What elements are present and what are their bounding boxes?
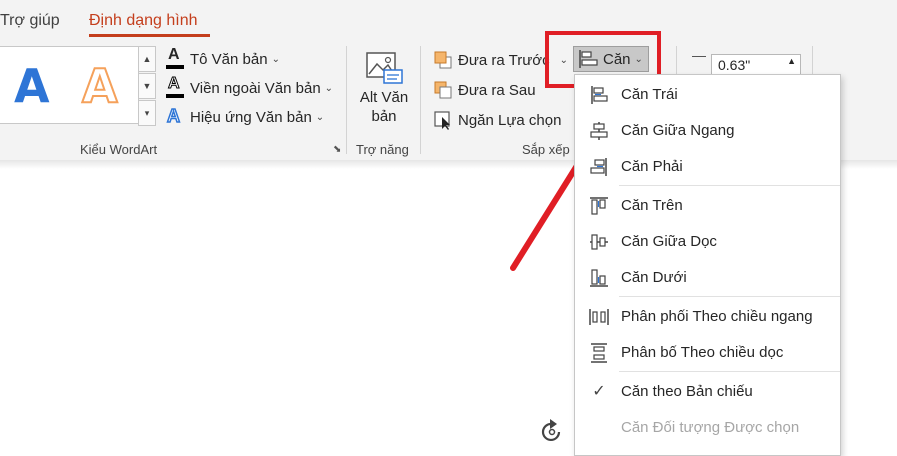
shape-height-icon <box>692 56 706 76</box>
wordart-gallery[interactable]: A A <box>0 46 139 124</box>
menu-separator <box>619 185 840 186</box>
alt-text-label-1: Alt Văn <box>359 89 409 106</box>
group-label-accessibility: Trợ năng <box>356 142 409 157</box>
dialog-launcher-icon[interactable]: ⬊ <box>333 144 341 155</box>
text-outline-icon: A <box>166 75 184 99</box>
menu-item-align-top[interactable]: Căn Trên <box>575 188 840 222</box>
group-label-arrange: Sắp xếp <box>522 142 570 157</box>
align-center-icon <box>590 122 608 140</box>
menu-item-align-to-slide[interactable]: ✓ Căn theo Bản chiếu <box>575 374 840 408</box>
text-fill-icon: A <box>166 46 184 70</box>
group-separator <box>420 46 421 154</box>
shape-height-input[interactable]: 0.63" ▲ <box>711 54 801 76</box>
align-right-icon <box>590 158 607 176</box>
rotate-handle-icon[interactable] <box>538 418 566 446</box>
checkmark-icon: ✓ <box>592 383 606 400</box>
align-middle-icon <box>590 234 608 250</box>
menu-item-align-left[interactable]: Căn Trái <box>575 77 840 111</box>
menu-separator <box>619 371 840 372</box>
chevron-down-icon: ⌄ <box>315 111 325 123</box>
selection-pane-button[interactable]: Ngăn Lựa chọn <box>433 110 561 130</box>
wordart-gallery-scroll: ▲ ▼ ▾ <box>138 46 156 126</box>
send-backward-button[interactable]: Đưa ra Sau <box>433 80 536 100</box>
group-separator <box>346 46 347 154</box>
align-bottom-icon <box>590 269 608 287</box>
gallery-more-icon[interactable]: ▾ <box>138 100 156 126</box>
alt-text-icon <box>366 52 403 84</box>
text-effects-button[interactable]: A Hiệu ứng Văn bản ⌄ <box>166 105 325 128</box>
selection-pane-icon <box>434 111 450 130</box>
distribute-vertical-icon <box>591 343 607 363</box>
menu-item-distribute-horizontal[interactable]: Phân phối Theo chiều ngang <box>575 299 840 333</box>
ribbon-tab-bar: Trợ giúp Định dạng hình <box>0 0 897 40</box>
align-top-icon <box>590 197 608 215</box>
distribute-horizontal-icon <box>589 309 609 325</box>
send-backward-icon <box>434 81 452 99</box>
alt-text-label-2: bản <box>371 108 397 125</box>
tab-help[interactable]: Trợ giúp <box>0 12 60 30</box>
text-outline-button[interactable]: A Viền ngoài Văn bản ⌄ <box>166 75 334 99</box>
menu-item-align-bottom[interactable]: Căn Dưới <box>575 260 840 294</box>
gallery-down-icon[interactable]: ▼ <box>138 73 156 99</box>
gallery-up-icon[interactable]: ▲ <box>138 46 156 72</box>
bring-forward-icon <box>434 51 452 69</box>
align-dropdown-menu: Căn Trái Căn Giữa Ngang Căn Phải Căn Trê… <box>574 74 841 456</box>
wordart-style-orange-outline[interactable]: A <box>81 58 119 114</box>
tab-shape-format[interactable]: Định dạng hình <box>89 12 198 30</box>
alt-text-button[interactable]: Alt Văn bản <box>352 50 416 130</box>
active-tab-indicator <box>89 34 210 37</box>
menu-item-align-selected-objects[interactable]: Căn Đối tượng Được chọn <box>575 410 840 444</box>
spin-up-icon[interactable]: ▲ <box>787 56 796 66</box>
menu-item-distribute-vertical[interactable]: Phân bố Theo chiều dọc <box>575 335 840 369</box>
group-label-wordart: Kiểu WordArt <box>80 142 158 157</box>
text-fill-button[interactable]: A Tô Văn bản ⌄ <box>166 46 280 70</box>
wordart-style-blue[interactable]: A <box>14 59 50 113</box>
menu-item-align-center[interactable]: Căn Giữa Ngang <box>575 113 840 147</box>
align-left-icon <box>591 86 608 104</box>
menu-item-align-right[interactable]: Căn Phải <box>575 149 840 183</box>
menu-item-align-middle[interactable]: Căn Giữa Dọc <box>575 224 840 258</box>
chevron-down-icon: ⌄ <box>324 82 334 94</box>
menu-separator <box>619 296 840 297</box>
chevron-down-icon: ⌄ <box>271 53 280 65</box>
text-effects-icon: A <box>166 105 181 127</box>
